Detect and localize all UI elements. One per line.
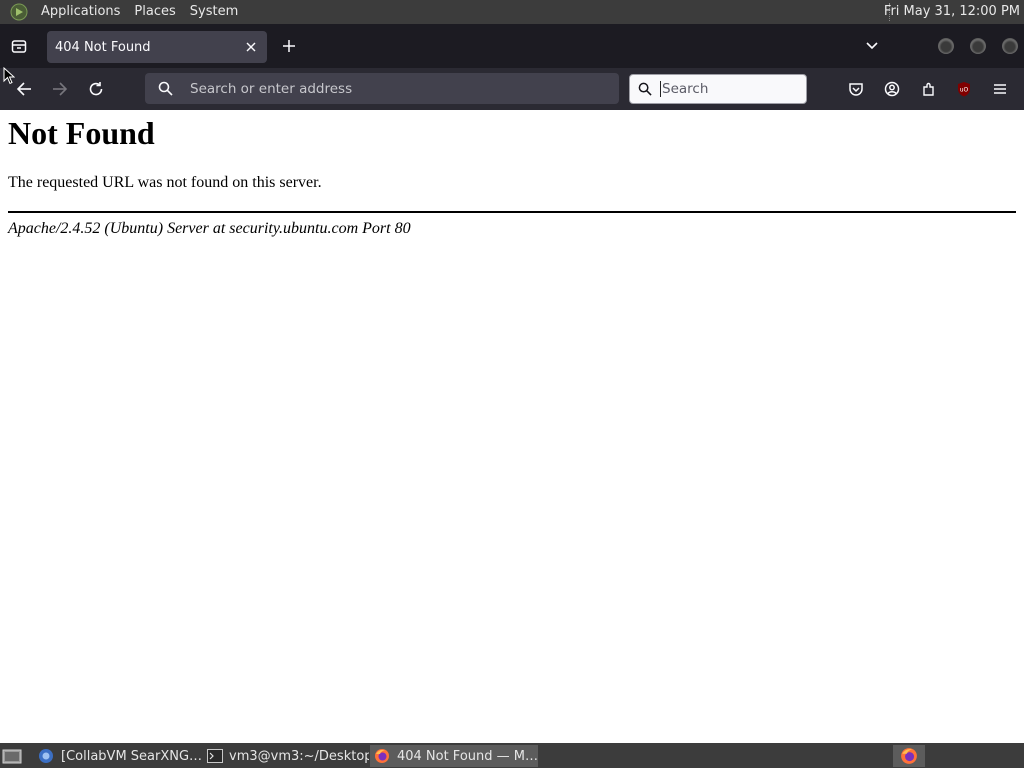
taskbar-item-firefox[interactable]: 404 Not Found — M… xyxy=(370,745,538,767)
close-tab-icon[interactable] xyxy=(243,39,259,55)
taskbar-item-label: 404 Not Found — M… xyxy=(396,748,538,764)
top-panel: Applications Places System Fri May 31, 1… xyxy=(0,0,1024,24)
horizontal-rule xyxy=(8,211,1016,213)
new-tab-icon[interactable] xyxy=(280,37,298,55)
maximize-window-button[interactable] xyxy=(970,38,986,54)
back-arrow-icon[interactable] xyxy=(13,78,35,100)
url-bar-placeholder: Search or enter address xyxy=(190,80,353,97)
show-desktop-icon[interactable] xyxy=(2,747,22,765)
taskbar-item-label: [CollabVM SearXNG… xyxy=(61,748,203,764)
firefox-view-icon[interactable] xyxy=(8,35,30,57)
search-icon xyxy=(630,82,660,96)
taskbar-item-terminal[interactable]: vm3@vm3:~/Desktop xyxy=(203,745,369,767)
url-bar[interactable]: Search or enter address xyxy=(145,73,619,104)
error-message: The requested URL was not found on this … xyxy=(8,174,322,191)
taskbar-item-collabvm[interactable]: [CollabVM SearXNG… xyxy=(33,745,203,767)
pocket-icon[interactable] xyxy=(845,78,867,100)
web-page-content: Not Found The requested URL was not foun… xyxy=(0,110,1024,742)
bottom-taskbar: [CollabVM SearXNG… vm3@vm3:~/Desktop 404… xyxy=(0,743,1024,768)
menu-system[interactable]: System xyxy=(183,0,245,24)
hamburger-menu-icon[interactable] xyxy=(989,78,1011,100)
menu-applications[interactable]: Applications xyxy=(34,0,127,24)
search-bar-placeholder: Search xyxy=(662,81,709,97)
terminal-icon xyxy=(207,748,223,764)
mouse-pointer-icon xyxy=(3,67,15,85)
tray-firefox-icon[interactable] xyxy=(893,745,925,767)
browser-icon xyxy=(37,748,55,764)
minimize-window-button[interactable] xyxy=(938,38,954,54)
extensions-icon[interactable] xyxy=(918,78,940,100)
close-window-button[interactable] xyxy=(1002,38,1018,54)
account-icon[interactable] xyxy=(881,78,903,100)
clock[interactable]: Fri May 31, 12:00 PM xyxy=(884,0,1020,24)
search-icon xyxy=(145,81,185,96)
server-signature: Apache/2.4.52 (Ubuntu) Server at securit… xyxy=(8,220,411,237)
tab-strip: 404 Not Found xyxy=(0,24,1024,68)
tab-title: 404 Not Found xyxy=(55,39,151,55)
forward-arrow-icon[interactable] xyxy=(49,78,71,100)
taskbar-item-label: vm3@vm3:~/Desktop xyxy=(229,748,369,764)
ublock-badge: uO xyxy=(960,87,969,94)
ublock-origin-icon[interactable]: uO xyxy=(953,78,975,100)
tab-404-not-found[interactable]: 404 Not Found xyxy=(47,31,267,63)
reload-icon[interactable] xyxy=(85,78,107,100)
menu-places[interactable]: Places xyxy=(127,0,182,24)
page-heading: Not Found xyxy=(8,115,155,151)
navigation-toolbar: Search or enter address Search uO xyxy=(0,68,1024,110)
search-bar[interactable]: Search xyxy=(629,74,807,104)
firefox-icon xyxy=(374,748,391,764)
text-caret xyxy=(660,81,661,97)
list-all-tabs-icon[interactable] xyxy=(863,38,881,54)
distro-logo-icon[interactable] xyxy=(9,2,29,22)
